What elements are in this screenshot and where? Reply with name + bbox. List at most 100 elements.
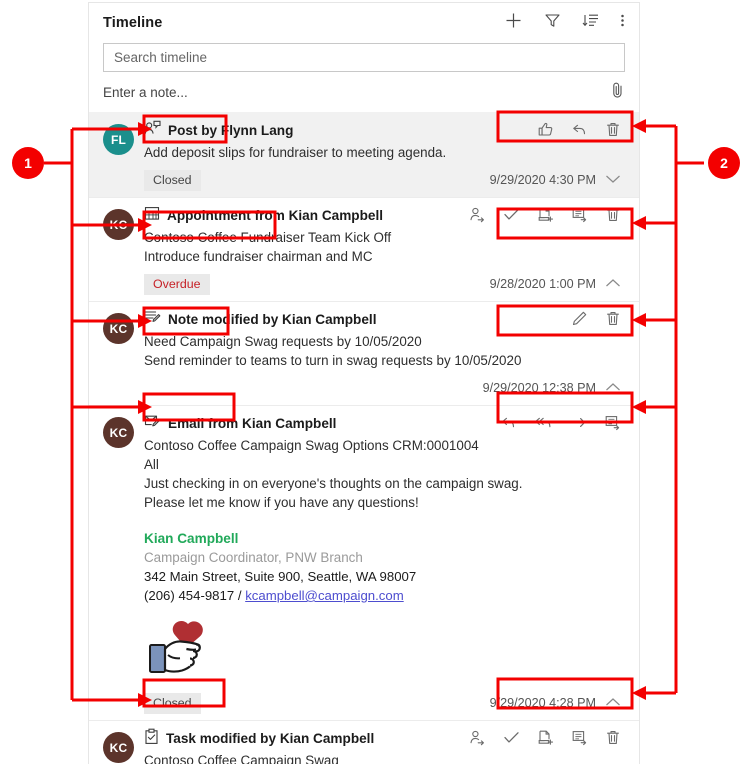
entry-line: All [144,457,159,472]
assign-icon[interactable] [469,206,486,228]
more-commands-icon[interactable] [620,12,625,34]
email-signature: Kian Campbell Campaign Coordinator, PNW … [144,529,625,685]
timestamp: 9/29/2020 12:38 PM [482,381,596,395]
screenshot-root: Timeline Search timeline Enter a note...… [0,0,749,766]
record-type-label: Task modified by Kian Campbell [166,731,375,746]
delete-icon[interactable] [605,206,621,228]
email-icon [144,413,161,434]
chevron-up-icon[interactable] [605,277,621,291]
entry-actions [500,413,625,436]
entry-header: Appointment from Kian Campbell [144,205,625,228]
timestamp: 9/28/2020 1:00 PM [489,277,596,291]
entry-header: Task modified by Kian Campbell [144,728,625,751]
record-type-group: Note modified by Kian Campbell [144,309,376,330]
timeline-header-actions [504,11,625,35]
note-entry-row[interactable]: Enter a note... [89,72,639,112]
entry-footer: Closed 9/29/2020 4:30 PM [144,169,625,191]
page-title: Timeline [103,15,163,31]
timestamp: 9/29/2020 4:30 PM [489,173,596,187]
entry-header: Post by Flynn Lang [144,120,625,143]
entry-body: Post by Flynn Lang Add deposit slips for… [134,120,625,191]
record-type-group: Email from Kian Campbell [144,413,336,434]
avatar: KC [103,417,134,448]
delete-icon[interactable] [605,310,621,332]
signature-phone: (206) 454-9817 / [144,588,246,603]
delete-icon[interactable] [605,121,621,143]
entry-line: Contoso Coffee Fundraiser Team Kick Off [144,230,392,245]
reply-all-icon[interactable] [534,414,553,436]
signature-name: Kian Campbell [144,531,239,546]
chevron-up-icon[interactable] [605,381,621,395]
search-input[interactable] [112,49,616,66]
add-page-icon[interactable] [537,729,554,751]
appointment-icon [144,205,160,226]
record-type-group: Task modified by Kian Campbell [144,728,374,750]
entry-line: Send reminder to teams to turn in swag r… [144,353,522,368]
mark-complete-icon[interactable] [503,206,520,228]
callout-badge-2: 2 [708,147,740,179]
entry-body: Task modified by Kian Campbell Contoso C… [134,728,625,764]
record-type-label: Email from Kian Campbell [168,415,337,431]
open-record-icon[interactable] [571,206,588,228]
entry-timestamp-group: 9/29/2020 12:38 PM [483,381,625,395]
avatar: FL [103,124,134,155]
signature-email-link[interactable]: kcampbell@campaign.com [245,588,404,603]
record-type-label: Note modified by Kian Campbell [168,311,377,327]
entry-footer: Overdue 9/28/2020 1:00 PM [144,273,625,295]
hand-holding-heart-logo [144,618,625,685]
avatar: KC [103,732,134,763]
record-type-group: Post by Flynn Lang [144,120,293,141]
add-icon[interactable] [504,11,523,35]
entry-actions [571,309,625,332]
delete-icon[interactable] [605,729,621,751]
signature-address: 342 Main Street, Suite 900, Seattle, WA … [144,569,417,584]
open-record-icon[interactable] [571,729,588,751]
add-page-icon[interactable] [537,206,554,228]
like-icon[interactable] [537,121,554,143]
edit-icon[interactable] [571,310,588,332]
entry-footer: Closed 9/29/2020 4:28 PM [144,692,625,714]
entry-footer: 9/29/2020 12:38 PM [144,377,625,399]
signature-role: Campaign Coordinator, PNW Branch [144,550,363,565]
entry-timestamp-group: 9/29/2020 4:30 PM [490,173,625,187]
entry-line: Introduce fundraiser chairman and MC [144,249,373,264]
timeline-entry-post[interactable]: FL Post by Flynn Lang Add deposit slips … [89,112,639,197]
entry-body: Email from Kian Campbell Contoso Coffee … [134,413,625,714]
entry-timestamp-group: 9/28/2020 1:00 PM [490,277,625,291]
note-input-placeholder[interactable]: Enter a note... [103,85,188,100]
avatar: KC [103,313,134,344]
entry-body: Note modified by Kian Campbell Need Camp… [134,309,625,399]
paperclip-icon[interactable] [610,81,625,104]
chevron-up-icon[interactable] [605,696,621,710]
entry-line: Please let me know if you have any quest… [144,495,419,510]
timeline-entry-task[interactable]: KC Task modified by Kian Campbell Contos… [89,720,639,764]
timeline-panel: Timeline Search timeline Enter a note...… [88,2,640,764]
search-box[interactable] [103,43,625,72]
entry-actions [469,205,625,228]
status-badge: Closed [144,692,201,714]
search-section [89,43,639,72]
reply-icon[interactable] [571,121,588,143]
chevron-down-icon[interactable] [605,173,621,187]
sort-icon[interactable] [582,12,599,34]
post-icon [144,120,161,141]
entry-timestamp-group: 9/29/2020 4:28 PM [490,696,625,710]
signature-contact: (206) 454-9817 / kcampbell@campaign.com [144,586,625,605]
timeline-entry-appointment[interactable]: KC Appointment from Kian Campbell Contos… [89,197,639,301]
entry-line: Add deposit slips for fundraiser to meet… [144,145,447,160]
record-type-label: Post by Flynn Lang [168,122,294,138]
timeline-header: Timeline [89,3,639,43]
timestamp: 9/29/2020 4:28 PM [489,696,596,710]
entry-line: Contoso Coffee Campaign Swag Options CRM… [144,438,479,453]
timeline-entry-note[interactable]: KC Note modified by Kian Campbell Need C… [89,301,639,405]
open-record-icon[interactable] [604,414,621,436]
timeline-entry-email[interactable]: KC Email from Kian Campbell Contoso Coff… [89,405,639,720]
entry-body: Appointment from Kian Campbell Contoso C… [134,205,625,295]
assign-icon[interactable] [469,729,486,751]
filter-icon[interactable] [544,12,561,34]
reply-icon[interactable] [500,414,517,436]
forward-icon[interactable] [570,414,587,436]
mark-complete-icon[interactable] [503,729,520,751]
status-badge: Closed [144,169,201,191]
entry-actions [537,120,625,143]
